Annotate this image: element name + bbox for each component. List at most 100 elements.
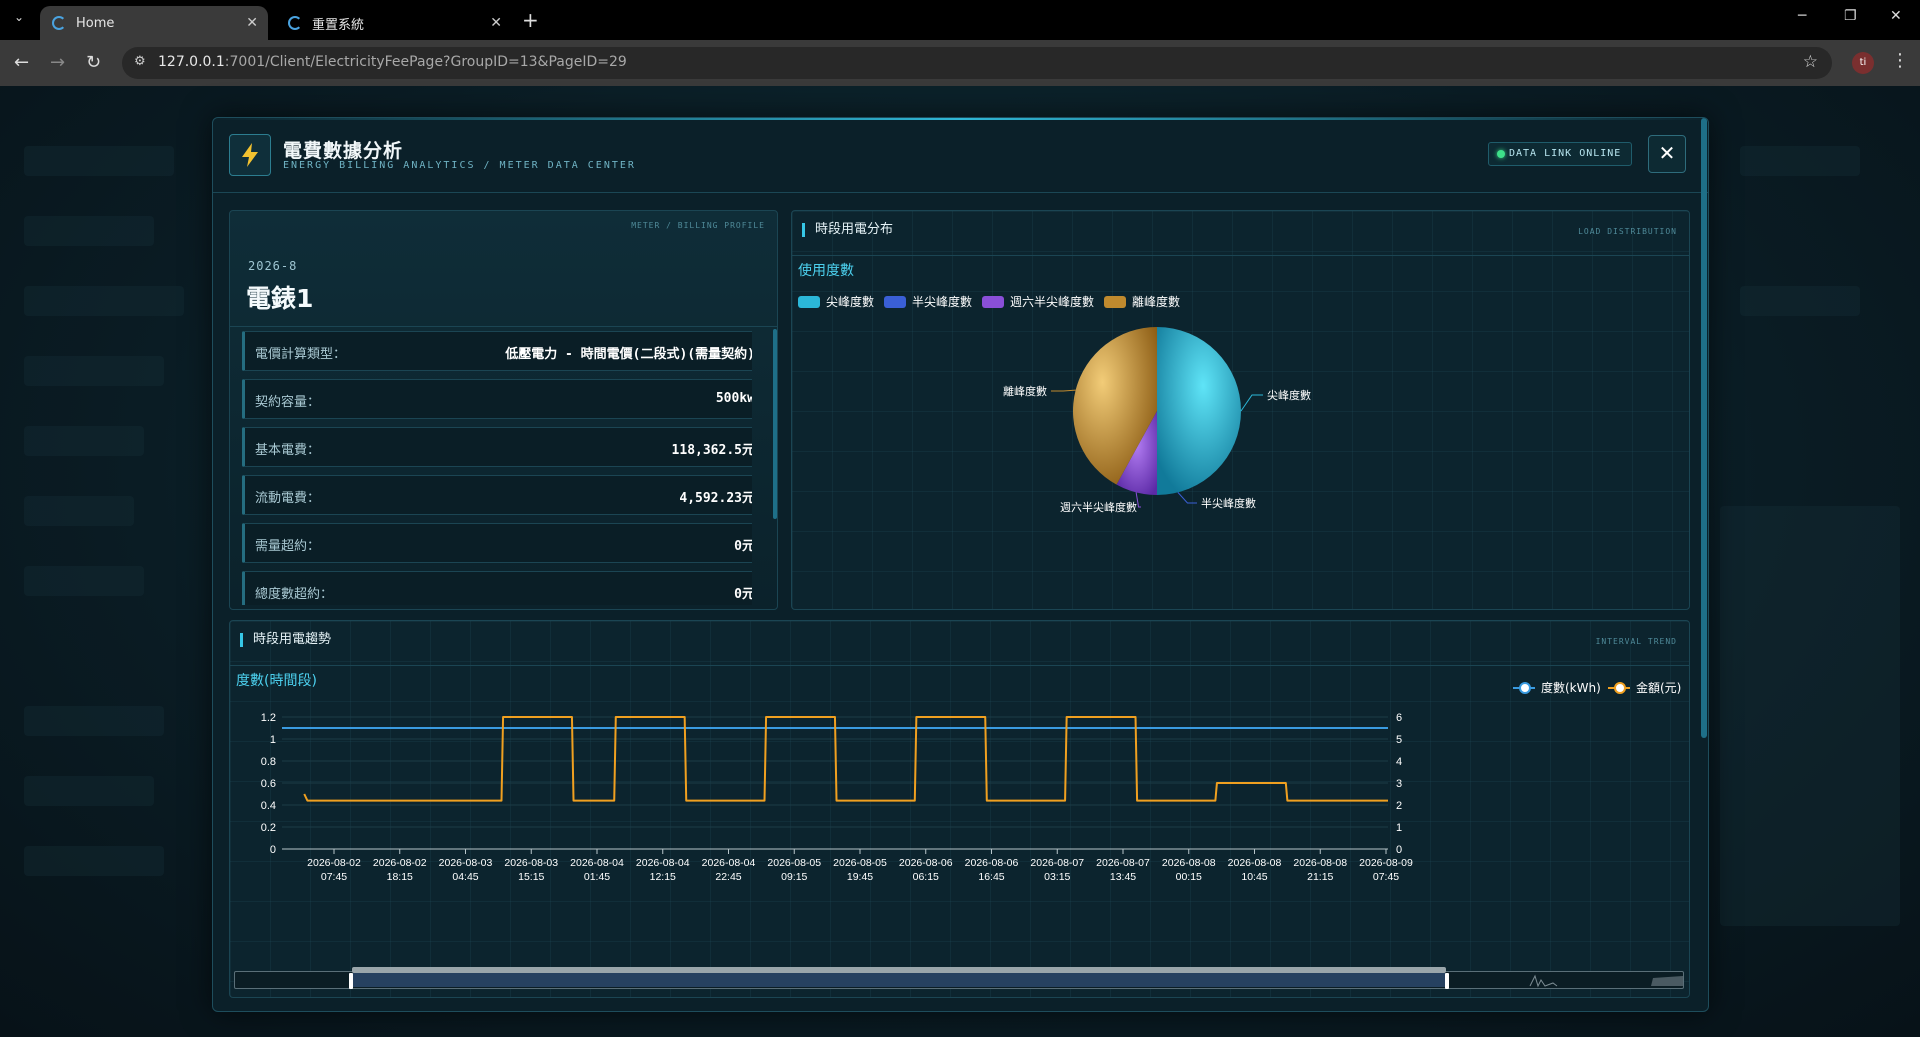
x-tick-label-time: 22:45: [715, 871, 741, 883]
x-tick-label-time: 15:15: [518, 871, 544, 883]
tab-reset-system[interactable]: 重置系統 ✕: [276, 6, 512, 40]
billing-row-basic-fee: 基本電費： 118,362.5元: [242, 427, 752, 467]
x-tick-label-time: 10:45: [1241, 871, 1267, 883]
y-left-tick-label: 1.2: [261, 712, 276, 724]
modal-subtitle: ENERGY BILLING ANALYTICS / METER DATA CE…: [283, 160, 636, 171]
site-info-icon[interactable]: ⚙: [134, 54, 146, 69]
back-arrow-icon[interactable]: ←: [14, 52, 29, 73]
close-modal-button[interactable]: ✕: [1648, 135, 1686, 173]
backdrop-menu-item: [24, 776, 154, 806]
browser-tab-bar: ⌄ Home ✕ 重置系統 ✕ + ─ ❐ ✕: [0, 0, 1920, 40]
favicon-icon: [288, 16, 302, 30]
backdrop-menu-item: [24, 566, 144, 596]
x-tick-label-date: 2026-08-03: [439, 857, 493, 869]
x-tick-label-date: 2026-08-08: [1162, 857, 1216, 869]
tab-home[interactable]: Home ✕: [40, 6, 268, 40]
y-left-tick-label: 0.2: [261, 822, 276, 834]
x-tick-label-time: 21:15: [1307, 871, 1333, 883]
profile-avatar[interactable]: ti: [1852, 52, 1874, 74]
address-bar[interactable]: ⚙ 127.0.0.1:7001/Client/ElectricityFeePa…: [122, 47, 1832, 79]
y-left-tick-label: 0.4: [261, 800, 276, 812]
backdrop-table: [1720, 506, 1900, 926]
x-tick-label-time: 04:45: [452, 871, 478, 883]
tab-close-icon[interactable]: ✕: [490, 15, 502, 31]
x-tick-label-date: 2026-08-02: [307, 857, 361, 869]
zoom-slider-right-handle[interactable]: [1445, 973, 1449, 989]
billing-analysis-modal: 電費數據分析 ENERGY BILLING ANALYTICS / METER …: [212, 117, 1709, 1012]
reload-icon[interactable]: ↻: [86, 52, 101, 73]
modal-title: 電費數據分析: [283, 140, 404, 162]
y-left-tick-label: 0.8: [261, 756, 276, 768]
pie-chart: 尖峰度數半尖峰度數 週六半尖峰度數 離峰度數: [1003, 327, 1311, 514]
x-tick-label-time: 19:45: [847, 871, 873, 883]
tab-close-icon[interactable]: ✕: [246, 15, 258, 31]
tab-search-chevron-icon[interactable]: ⌄: [14, 10, 24, 24]
x-tick-label-time: 09:15: [781, 871, 807, 883]
x-tick-label-date: 2026-08-02: [373, 857, 427, 869]
modal-scrollbar[interactable]: [1701, 118, 1707, 738]
billing-period: 2026-8: [248, 259, 298, 273]
y-right-tick-label: 6: [1396, 712, 1402, 724]
y-left-tick-label: 0: [270, 844, 276, 856]
zoom-slider-left-handle[interactable]: [349, 973, 353, 989]
pie-leader-line-3: [1051, 389, 1076, 392]
x-tick-label-date: 2026-08-09: [1359, 857, 1413, 869]
meter-profile-panel: METER / BILLING PROFILE 2026-8 電錶1 電價計算類…: [229, 210, 778, 610]
x-tick-label-date: 2026-08-06: [965, 857, 1019, 869]
backdrop-menu-item: [24, 426, 144, 456]
backdrop-card: [1740, 286, 1860, 316]
backdrop-menu-item: [24, 496, 134, 526]
x-tick-label-time: 16:45: [978, 871, 1004, 883]
billing-row-rate-type: 電價計算類型： 低壓電力 - 時間電價(二段式)(需量契約): [242, 331, 752, 371]
x-tick-label-time: 12:15: [650, 871, 676, 883]
x-tick-label-time: 13:45: [1110, 871, 1136, 883]
pie-leader-line-0: [1240, 394, 1263, 412]
trend-line-chart: 0 0.2 0.4 0.6 0.8 1 1.2 0 1 2 3 4 5 6 2026-08-02 07:45 2…: [261, 712, 1413, 883]
x-tick-label-date: 2026-08-04: [636, 857, 690, 869]
x-tick-label-time: 18:15: [387, 871, 413, 883]
x-tick-label-date: 2026-08-08: [1228, 857, 1282, 869]
x-tick-label-time: 06:15: [913, 871, 939, 883]
x-tick-label-date: 2026-08-06: [899, 857, 953, 869]
billing-rows: 電價計算類型： 低壓電力 - 時間電價(二段式)(需量契約) 契約容量： 500kw…: [242, 331, 752, 605]
backdrop-menu-item: [24, 216, 154, 246]
y-right-tick-label: 1: [1396, 822, 1402, 834]
x-tick-label-time: 01:45: [584, 871, 610, 883]
pie-leader-line-1: [1177, 492, 1197, 504]
meter-panel-tag: METER / BILLING PROFILE: [631, 221, 765, 230]
y-right-tick-label: 3: [1396, 778, 1402, 790]
browser-menu-icon[interactable]: ⋮: [1891, 50, 1909, 71]
pie-label-2: 週六半尖峰度數: [1060, 500, 1137, 514]
status-dot-icon: [1497, 150, 1505, 158]
backdrop-card: [1740, 146, 1860, 176]
y-right-tick-label: 0: [1396, 844, 1402, 856]
x-tick-label-time: 07:45: [1373, 871, 1399, 883]
forward-arrow-icon[interactable]: →: [50, 52, 65, 73]
x-tick-label-time: 07:45: [321, 871, 347, 883]
backdrop-menu-item: [24, 286, 184, 316]
billing-rows-scrollbar[interactable]: [773, 329, 777, 519]
restore-icon[interactable]: ❐: [1844, 8, 1857, 24]
x-tick-label-time: 03:15: [1044, 871, 1070, 883]
pie-label-0: 尖峰度數: [1267, 388, 1311, 402]
x-tick-label-time: 00:15: [1176, 871, 1202, 883]
window-close-icon[interactable]: ✕: [1890, 8, 1902, 24]
zoom-slider-window[interactable]: [352, 973, 1446, 987]
billing-row-contract-capacity: 契約容量： 500kw: [242, 379, 752, 419]
pie-slice-0[interactable]: [1157, 327, 1241, 495]
series-line-cost[interactable]: [303, 716, 1388, 802]
new-tab-icon[interactable]: +: [522, 8, 539, 32]
y-right-tick-label: 5: [1396, 734, 1402, 746]
billing-row-demand-overage: 需量超約：0元: [242, 523, 752, 563]
y-left-tick-label: 0.6: [261, 778, 276, 790]
backdrop-menu-item: [24, 356, 164, 386]
minimize-icon[interactable]: ─: [1798, 8, 1806, 24]
favicon-icon: [52, 16, 66, 30]
backdrop-menu-item: [24, 846, 164, 876]
modal-header: 電費數據分析 ENERGY BILLING ANALYTICS / METER …: [213, 118, 1708, 193]
x-tick-label-date: 2026-08-04: [702, 857, 756, 869]
data-link-status-badge: DATA LINK ONLINE: [1488, 142, 1633, 166]
billing-row-flow-fee: 流動電費： 4,592.23元: [242, 475, 752, 515]
x-tick-label-date: 2026-08-05: [767, 857, 821, 869]
bookmark-star-icon[interactable]: ☆: [1803, 52, 1818, 72]
